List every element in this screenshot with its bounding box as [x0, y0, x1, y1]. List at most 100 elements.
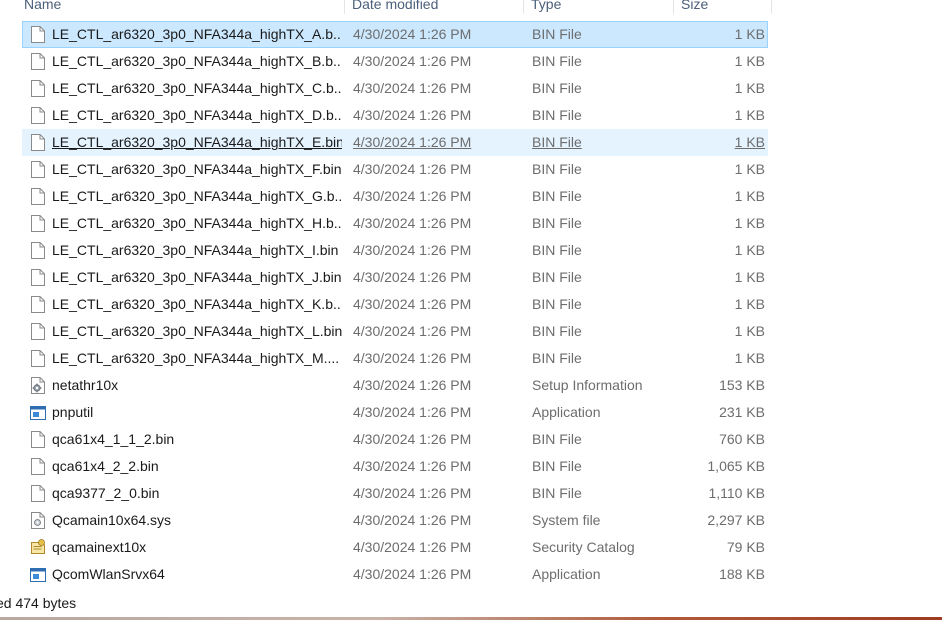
file-name: qca61x4_1_1_2.bin: [52, 431, 175, 447]
file-row[interactable]: qca61x4_2_2.bin 4/30/2024 1:26 PM BIN File…: [22, 453, 768, 480]
file-row[interactable]: LE_CTL_ar6320_3p0_NFA344a_highTX_E.bin 4/…: [22, 129, 768, 156]
file-size: 1 KB: [734, 242, 765, 258]
file-name: LE_CTL_ar6320_3p0_NFA344a_highTX_K.b...: [52, 296, 342, 312]
file-type: BIN File: [532, 323, 582, 339]
file-type: Application: [532, 566, 601, 582]
file-name: LE_CTL_ar6320_3p0_NFA344a_highTX_H.b...: [52, 215, 342, 231]
file-type: BIN File: [532, 458, 582, 474]
file-type: BIN File: [532, 161, 582, 177]
file-row[interactable]: LE_CTL_ar6320_3p0_NFA344a_highTX_G.b... 4…: [22, 183, 768, 210]
file-name: LE_CTL_ar6320_3p0_NFA344a_highTX_I.bin: [52, 242, 339, 258]
file-row[interactable]: pnputil 4/30/2024 1:26 PM Application 231 K…: [22, 399, 768, 426]
column-header-type[interactable]: Type: [531, 0, 561, 14]
file-date-modified: 4/30/2024 1:26 PM: [353, 107, 472, 123]
blank-file-icon: [31, 485, 45, 502]
file-date-modified: 4/30/2024 1:26 PM: [353, 539, 472, 555]
file-name: Qcamain10x64.sys: [52, 512, 172, 528]
file-date-modified: 4/30/2024 1:26 PM: [353, 26, 472, 42]
file-date-modified: 4/30/2024 1:26 PM: [353, 215, 472, 231]
file-date-modified: 4/30/2024 1:26 PM: [353, 566, 472, 582]
file-name: LE_CTL_ar6320_3p0_NFA344a_highTX_G.b...: [52, 188, 342, 204]
file-size: 1 KB: [734, 107, 765, 123]
file-size: 2,297 KB: [707, 512, 765, 528]
file-name: LE_CTL_ar6320_3p0_NFA344a_highTX_F.bin: [52, 161, 342, 177]
column-header-name[interactable]: Name: [24, 0, 61, 14]
file-row[interactable]: qca61x4_1_1_2.bin 4/30/2024 1:26 PM BIN Fi…: [22, 426, 768, 453]
file-name: pnputil: [52, 404, 94, 420]
file-size: 1 KB: [734, 350, 765, 366]
file-name: LE_CTL_ar6320_3p0_NFA344a_highTX_M....: [52, 350, 340, 366]
blank-file-icon: [31, 53, 45, 70]
file-row[interactable]: LE_CTL_ar6320_3p0_NFA344a_highTX_F.bin 4/…: [22, 156, 768, 183]
column-divider[interactable]: [673, 0, 674, 14]
file-size: 1 KB: [734, 26, 765, 42]
file-row[interactable]: netathr10x 4/30/2024 1:26 PM Setup Informa…: [22, 372, 768, 399]
file-explorer-pane: Name Date modified Type Size LE_CTL_ar63…: [0, 0, 942, 620]
file-name: LE_CTL_ar6320_3p0_NFA344a_highTX_D.b...: [52, 107, 342, 123]
file-name: QcomWlanSrvx64: [52, 566, 165, 582]
file-row[interactable]: LE_CTL_ar6320_3p0_NFA344a_highTX_A.b... 4…: [22, 21, 768, 48]
file-size: 1,110 KB: [708, 485, 765, 501]
status-bar-text: ed 474 bytes: [0, 595, 77, 611]
file-size: 153 KB: [719, 377, 765, 393]
file-row[interactable]: LE_CTL_ar6320_3p0_NFA344a_highTX_I.bin 4/…: [22, 237, 768, 264]
file-type: BIN File: [532, 242, 582, 258]
blank-file-icon: [31, 269, 45, 286]
file-type: BIN File: [532, 107, 582, 123]
file-name: qca9377_2_0.bin: [52, 485, 160, 501]
setup-info-icon: [31, 377, 45, 394]
file-size: 760 KB: [719, 431, 765, 447]
column-divider[interactable]: [771, 0, 772, 14]
file-row[interactable]: qcamainext10x 4/30/2024 1:26 PM Security C…: [22, 534, 768, 561]
blank-file-icon: [31, 323, 45, 340]
file-type: BIN File: [532, 296, 582, 312]
file-row[interactable]: QcomWlanSrvx64 4/30/2024 1:26 PM Applicati…: [22, 561, 768, 588]
file-row[interactable]: qca9377_2_0.bin 4/30/2024 1:26 PM BIN File…: [22, 480, 768, 507]
blank-file-icon: [31, 80, 45, 97]
file-type: BIN File: [532, 80, 582, 96]
file-date-modified: 4/30/2024 1:26 PM: [353, 458, 472, 474]
file-type: Setup Information: [532, 377, 643, 393]
file-date-modified: 4/30/2024 1:26 PM: [353, 134, 472, 150]
file-type: System file: [532, 512, 601, 528]
file-row[interactable]: LE_CTL_ar6320_3p0_NFA344a_highTX_H.b... 4…: [22, 210, 768, 237]
file-name: LE_CTL_ar6320_3p0_NFA344a_highTX_L.bin: [52, 323, 342, 339]
file-row[interactable]: LE_CTL_ar6320_3p0_NFA344a_highTX_B.b... 4…: [22, 48, 768, 75]
file-row[interactable]: LE_CTL_ar6320_3p0_NFA344a_highTX_J.bin 4/…: [22, 264, 768, 291]
file-date-modified: 4/30/2024 1:26 PM: [353, 323, 472, 339]
file-name: LE_CTL_ar6320_3p0_NFA344a_highTX_J.bin: [52, 269, 342, 285]
blank-file-icon: [31, 350, 45, 367]
blank-file-icon: [31, 161, 45, 178]
file-name: netathr10x: [52, 377, 119, 393]
file-size: 1 KB: [734, 161, 765, 177]
file-date-modified: 4/30/2024 1:26 PM: [353, 431, 472, 447]
file-date-modified: 4/30/2024 1:26 PM: [353, 512, 472, 528]
column-header-size[interactable]: Size: [681, 0, 708, 14]
blank-file-icon: [31, 134, 45, 151]
file-row[interactable]: LE_CTL_ar6320_3p0_NFA344a_highTX_M.... 4/…: [22, 345, 768, 372]
file-row[interactable]: LE_CTL_ar6320_3p0_NFA344a_highTX_L.bin 4/…: [22, 318, 768, 345]
file-type: Security Catalog: [532, 539, 635, 555]
column-divider[interactable]: [344, 0, 345, 14]
application-icon: [30, 568, 46, 585]
file-type: BIN File: [532, 215, 582, 231]
file-row[interactable]: LE_CTL_ar6320_3p0_NFA344a_highTX_C.b... 4…: [22, 75, 768, 102]
file-type: BIN File: [532, 53, 582, 69]
file-date-modified: 4/30/2024 1:26 PM: [353, 485, 472, 501]
file-type: BIN File: [532, 350, 582, 366]
system-file-icon: [31, 512, 45, 529]
file-date-modified: 4/30/2024 1:26 PM: [353, 242, 472, 258]
file-row[interactable]: Qcamain10x64.sys 4/30/2024 1:26 PM System …: [22, 507, 768, 534]
file-date-modified: 4/30/2024 1:26 PM: [353, 296, 472, 312]
file-size: 1 KB: [734, 134, 765, 150]
file-row[interactable]: LE_CTL_ar6320_3p0_NFA344a_highTX_K.b... 4…: [22, 291, 768, 318]
file-name: LE_CTL_ar6320_3p0_NFA344a_highTX_B.b...: [52, 53, 342, 69]
file-date-modified: 4/30/2024 1:26 PM: [353, 161, 472, 177]
column-header-date-modified[interactable]: Date modified: [352, 0, 438, 14]
file-row[interactable]: LE_CTL_ar6320_3p0_NFA344a_highTX_D.b... 4…: [22, 102, 768, 129]
column-divider[interactable]: [523, 0, 524, 14]
file-size: 1 KB: [734, 296, 765, 312]
file-date-modified: 4/30/2024 1:26 PM: [353, 404, 472, 420]
file-size: 1,065 KB: [707, 458, 765, 474]
file-date-modified: 4/30/2024 1:26 PM: [353, 188, 472, 204]
